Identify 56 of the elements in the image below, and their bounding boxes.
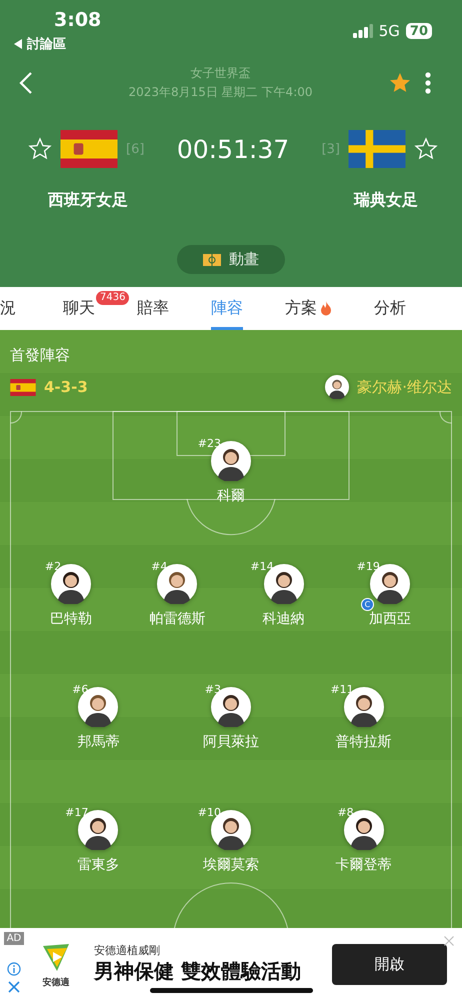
advertiser-name: 安德適植威剛 xyxy=(94,943,161,958)
shirt-number: #14 xyxy=(250,560,274,573)
pitch-icon xyxy=(203,254,221,266)
count-badge: 7436 xyxy=(96,291,130,305)
player-name: 阿貝萊拉 xyxy=(202,733,259,751)
flag-icon xyxy=(348,130,406,168)
more-icon[interactable] xyxy=(424,71,432,95)
player-name: 雷東多 xyxy=(77,856,120,874)
shirt-number: #17 xyxy=(65,806,88,819)
ad-headline: 男神保健 雙效體驗活動 xyxy=(94,958,301,985)
team-name: 西班牙女足 xyxy=(48,190,128,211)
formation-label: 4-3-3 xyxy=(44,378,88,396)
player-name: 加西亞 xyxy=(368,610,411,628)
tab[interactable]: 分析 xyxy=(374,287,406,330)
back-link[interactable]: 討論區 xyxy=(14,35,66,53)
match-datetime: 2023年8月15日 星期二 下午4:00 xyxy=(127,84,314,101)
tab[interactable]: 聊天 xyxy=(63,287,95,330)
player-name: 帕雷德斯 xyxy=(149,610,206,628)
team-rank: [3] xyxy=(322,142,340,156)
team-name: 瑞典女足 xyxy=(354,190,418,211)
player-name: 邦馬蒂 xyxy=(77,733,120,751)
ad-label: AD xyxy=(4,932,24,945)
info-icon[interactable] xyxy=(7,962,21,976)
network-label: 5G xyxy=(378,22,400,40)
brand-name: 安德適 xyxy=(42,976,70,988)
player-name: 科爾 xyxy=(217,487,245,505)
signal-icon xyxy=(352,24,373,38)
player-name: 科迪納 xyxy=(262,610,305,628)
flag-icon xyxy=(60,130,118,168)
lineup-title: 首發陣容 xyxy=(9,345,71,365)
team-rank: [6] xyxy=(126,142,144,156)
coach-name: 豪尔赫·维尔达 xyxy=(357,378,452,396)
match-clock: 00:51:37 xyxy=(176,135,290,164)
star-icon[interactable] xyxy=(28,137,52,161)
tab[interactable]: 況 xyxy=(0,287,16,330)
captain-badge: C xyxy=(360,598,374,611)
close-icon[interactable] xyxy=(444,936,454,946)
flag-icon xyxy=(10,378,36,396)
player-name: 埃爾莫索 xyxy=(202,856,259,874)
shirt-number: #11 xyxy=(330,683,354,696)
battery-indicator: 70 xyxy=(406,23,432,39)
clock-time: 3:08 xyxy=(54,9,102,31)
player-name: 巴特勒 xyxy=(50,610,92,628)
shirt-number: #19 xyxy=(356,560,380,573)
player-name: 普特拉斯 xyxy=(336,733,392,751)
coach-avatar xyxy=(325,375,350,399)
triangle-icon xyxy=(14,39,23,49)
tab[interactable]: 賠率 xyxy=(137,287,169,330)
animation-button[interactable]: 動畫 xyxy=(177,245,285,274)
open-button[interactable]: 開啟 xyxy=(332,944,447,984)
competition-name: 女子世界盃 xyxy=(190,65,252,82)
star-icon[interactable] xyxy=(414,137,438,161)
close-icon[interactable] xyxy=(8,981,20,993)
back-icon[interactable] xyxy=(19,71,33,95)
player-name: 卡爾登蒂 xyxy=(336,856,392,874)
tab[interactable]: 方案 xyxy=(285,287,332,330)
